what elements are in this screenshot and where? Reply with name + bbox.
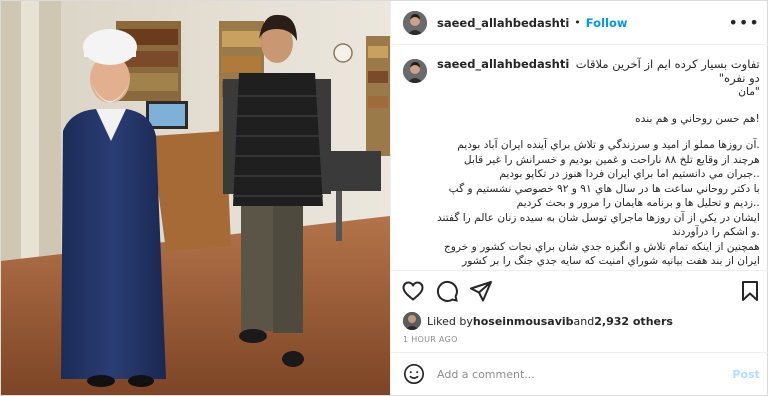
heart-icon[interactable] xyxy=(401,279,425,303)
likes-count[interactable]: 2,932 others xyxy=(594,315,673,328)
author-username[interactable]: saeed_allahbedashti xyxy=(437,16,569,30)
caption-line: !هم حسن روحاني و هم بنده xyxy=(635,112,760,125)
caption-line xyxy=(437,126,760,138)
instagram-post: saeed_allahbedashti • Follow ••• saeed_a xyxy=(0,0,768,396)
post-timestamp[interactable]: 1 HOUR AGO xyxy=(391,331,768,353)
caption-line: ..زديم و تحليل ها و برنامه هايمان را مرو… xyxy=(516,197,760,209)
comment-icon[interactable] xyxy=(435,279,459,303)
caption-line: با دكتر روحاني ساعت ها در سال هاي ۹۱ و ۹… xyxy=(448,182,760,195)
likes-prefix: Liked by xyxy=(427,314,473,328)
likes-summary: Liked by hoseinmousavib and 2,932 others xyxy=(391,311,768,331)
likes-middle: and xyxy=(573,314,595,328)
emoji-icon[interactable] xyxy=(403,363,425,385)
comment-input[interactable] xyxy=(437,367,733,381)
caption-line: ..جبران مي دانستيم اما براي ايران فردا ه… xyxy=(499,168,760,180)
caption-text-first: تفاوت بسيار كرده ايم از آخرين ملاقات دو … xyxy=(575,57,760,85)
post-photo[interactable] xyxy=(1,1,390,395)
post-image xyxy=(1,1,390,395)
caption-line: .و اشكم را درآوردند xyxy=(672,226,760,238)
post-header: saeed_allahbedashti • Follow ••• xyxy=(391,1,768,45)
caption-username[interactable]: saeed_allahbedashti xyxy=(437,57,569,85)
caption-line: ايشان در يكي از آن روزها ماجراي توسل شان… xyxy=(437,211,760,224)
bookmark-icon[interactable] xyxy=(738,279,762,303)
caption-text: "مان !هم حسن روحاني و هم بنده .آن روزها مم… xyxy=(437,85,760,270)
caption-first-line: saeed_allahbedashti تفاوت بسيار كرده ايم… xyxy=(437,57,760,85)
caption-line xyxy=(437,100,760,112)
post-comment-button[interactable]: Post xyxy=(732,368,759,381)
caption-area: saeed_allahbedashti تفاوت بسيار كرده ايم… xyxy=(391,45,768,271)
share-icon[interactable] xyxy=(469,279,493,303)
caption-line: "مان xyxy=(738,86,760,98)
more-options-icon[interactable]: ••• xyxy=(728,13,759,32)
caption-line: .آن روزها مملو از اميد و سرزندگي و تلاش … xyxy=(457,139,760,151)
follow-button[interactable]: Follow xyxy=(586,16,628,30)
caption-line: همچنين از اينكه تمام تلاش و انگيزه جدي ش… xyxy=(443,240,760,253)
liker-avatar[interactable] xyxy=(403,312,421,330)
post-details: saeed_allahbedashti • Follow ••• saeed_a xyxy=(390,1,768,395)
action-bar xyxy=(391,271,768,311)
separator-dot: • xyxy=(574,16,581,29)
caption-line: ايران از بند هفت بيانيه شوراي امنيت كه س… xyxy=(462,255,760,267)
liker-username[interactable]: hoseinmousavib xyxy=(473,315,574,328)
caption: saeed_allahbedashti تفاوت بسيار كرده ايم… xyxy=(403,57,760,270)
caption-line: هرچند از وقايع تلخ ۸۸ ناراحت و غمين بودي… xyxy=(463,153,760,166)
comment-bar: Post xyxy=(391,353,768,395)
caption-avatar[interactable] xyxy=(403,59,427,83)
caption-body: saeed_allahbedashti تفاوت بسيار كرده ايم… xyxy=(437,57,760,270)
avatar[interactable] xyxy=(403,10,427,35)
